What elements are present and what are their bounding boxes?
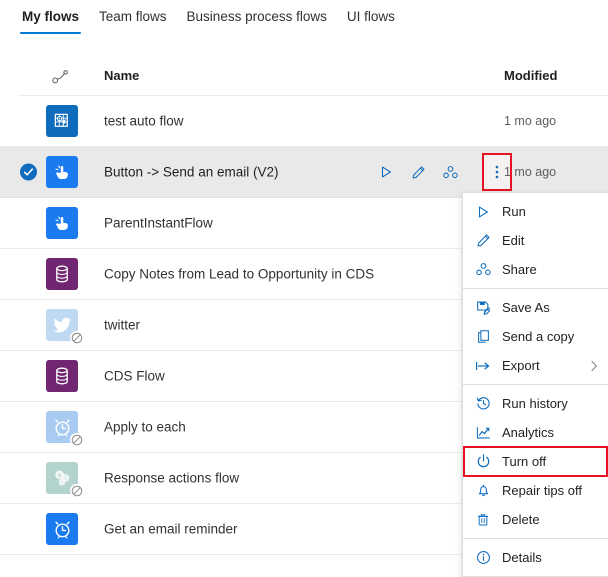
info-icon xyxy=(475,550,491,566)
flow-name[interactable]: Apply to each xyxy=(104,420,186,435)
column-header-name[interactable]: Name xyxy=(104,68,139,83)
flow-name[interactable]: Copy Notes from Lead to Opportunity in C… xyxy=(104,267,374,282)
export-icon xyxy=(475,358,491,374)
menu-item-repair-tips-off[interactable]: Repair tips off xyxy=(463,476,608,505)
scheduled-flow-icon xyxy=(46,513,78,545)
tab-label: My flows xyxy=(22,9,80,24)
copy-icon xyxy=(475,329,491,345)
tab-my-flows[interactable]: My flows xyxy=(12,0,89,34)
menu-item-label: Share xyxy=(502,262,537,277)
save-as-icon xyxy=(475,300,491,316)
menu-item-label: Run history xyxy=(502,396,568,411)
menu-item-label: Turn off xyxy=(502,454,547,469)
flow-name[interactable]: CDS Flow xyxy=(104,369,165,384)
table-column-headers: Name Modified xyxy=(0,62,608,92)
menu-item-delete[interactable]: Delete xyxy=(463,505,608,534)
history-icon xyxy=(475,396,491,412)
flow-disabled-badge-icon xyxy=(70,433,83,446)
edit-button[interactable] xyxy=(402,157,434,187)
tab-label: Business process flows xyxy=(186,9,327,24)
tab-label: Team flows xyxy=(99,9,167,24)
flow-link-icon xyxy=(52,70,70,84)
play-icon xyxy=(475,204,491,220)
svg-text:S: S xyxy=(57,474,61,480)
flow-name[interactable]: Button -> Send an email (V2) xyxy=(104,165,278,180)
tab-business-process-flows[interactable]: Business process flows xyxy=(177,0,337,34)
menu-item-export[interactable]: Export xyxy=(463,351,608,380)
menu-item-analytics[interactable]: Analytics xyxy=(463,418,608,447)
menu-item-label: Details xyxy=(502,550,542,565)
menu-item-edit[interactable]: Edit xyxy=(463,226,608,255)
instant-flow-icon xyxy=(46,156,78,188)
flow-name[interactable]: test auto flow xyxy=(104,114,184,129)
flow-name[interactable]: Get an email reminder xyxy=(104,522,238,537)
database-icon xyxy=(46,360,78,392)
menu-item-run[interactable]: Run xyxy=(463,197,608,226)
flow-context-menu: Run Edit Share Save As Send a copy Export Run … xyxy=(462,192,608,577)
flow-name[interactable]: Response actions flow xyxy=(104,471,239,486)
menu-item-label: Delete xyxy=(502,512,540,527)
menu-item-save-as[interactable]: Save As xyxy=(463,293,608,322)
flow-disabled-badge-icon xyxy=(70,331,83,344)
share-icon xyxy=(475,262,491,278)
tab-ui-flows[interactable]: UI flows xyxy=(337,0,405,34)
table-row[interactable]: test auto flow 1 mo ago xyxy=(0,96,608,147)
database-icon xyxy=(46,258,78,290)
menu-item-turn-off[interactable]: Turn off xyxy=(463,446,608,477)
column-header-modified[interactable]: Modified xyxy=(504,68,557,83)
flow-disabled-badge-icon xyxy=(70,484,83,497)
menu-item-label: Export xyxy=(502,358,540,373)
bell-icon xyxy=(475,483,491,499)
automated-flow-icon xyxy=(46,105,78,137)
chevron-right-icon xyxy=(590,360,598,372)
flow-name[interactable]: twitter xyxy=(104,318,140,333)
menu-item-label: Run xyxy=(502,204,526,219)
analytics-icon xyxy=(475,425,491,441)
menu-item-share[interactable]: Share xyxy=(463,255,608,284)
flow-modified: 1 mo ago xyxy=(504,165,557,179)
menu-divider xyxy=(463,384,608,385)
menu-item-details[interactable]: Details xyxy=(463,543,608,572)
row-checkbox-checked[interactable] xyxy=(20,163,37,181)
menu-item-label: Analytics xyxy=(502,425,555,440)
flow-tabs: My flows Team flows Business process flo… xyxy=(0,0,608,39)
menu-item-label: Repair tips off xyxy=(502,483,582,498)
run-button[interactable] xyxy=(370,157,402,187)
menu-item-label: Edit xyxy=(502,233,525,248)
menu-item-label: Send a copy xyxy=(502,329,575,344)
trash-icon xyxy=(475,512,491,528)
menu-item-run-history[interactable]: Run history xyxy=(463,389,608,418)
row-action-buttons xyxy=(370,153,512,191)
menu-divider xyxy=(463,288,608,289)
table-row[interactable]: Button -> Send an email (V2) 1 mo ago xyxy=(0,147,608,198)
menu-divider xyxy=(463,538,608,539)
menu-item-send-a-copy[interactable]: Send a copy xyxy=(463,322,608,351)
flow-modified: 1 mo ago xyxy=(504,114,557,128)
menu-item-label: Save As xyxy=(502,300,550,315)
tab-team-flows[interactable]: Team flows xyxy=(89,0,177,34)
pencil-icon xyxy=(475,233,491,249)
flow-name[interactable]: ParentInstantFlow xyxy=(104,216,213,231)
share-button[interactable] xyxy=(434,157,466,187)
power-icon xyxy=(475,454,491,470)
tab-label: UI flows xyxy=(346,9,395,24)
instant-flow-icon xyxy=(46,207,78,239)
